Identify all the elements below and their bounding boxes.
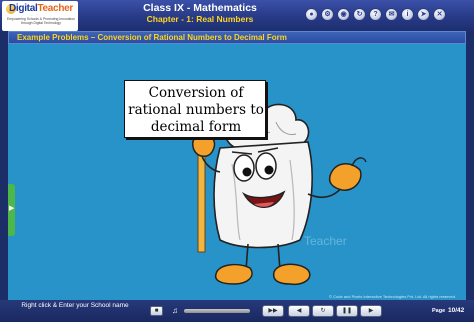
- section-title-bar: Example Problems – Conversion of Rationa…: [8, 31, 466, 44]
- page-title: Class IX - Mathematics: [143, 2, 257, 14]
- replay-button[interactable]: ↻: [312, 305, 334, 317]
- copyright-notice: © Code and Pixels Interactive Technologi…: [329, 294, 456, 299]
- page-label: Page: [432, 308, 446, 314]
- gear-icon[interactable]: ⚙: [321, 8, 334, 21]
- pause-button[interactable]: ❚❚: [336, 305, 358, 317]
- toolbar: ● ⚙ ◉ ↻ ? ✉ i ➤ ✕: [305, 8, 446, 22]
- school-name-field[interactable]: Right click & Enter your School name: [12, 302, 138, 310]
- refresh-icon[interactable]: ↻: [353, 8, 366, 21]
- lock-icon[interactable]: ●: [305, 8, 318, 21]
- footer-bar: Right click & Enter your School name ■ ♫…: [0, 300, 474, 322]
- sign-line-1: Conversion of: [148, 85, 244, 101]
- mail-icon[interactable]: ✉: [385, 8, 398, 21]
- next-button[interactable]: ▶: [360, 305, 382, 317]
- share-icon[interactable]: ➤: [417, 8, 430, 21]
- previous-button[interactable]: ◀: [288, 305, 310, 317]
- stop-button[interactable]: ■: [150, 306, 163, 316]
- app-window: DigitalTeacher Empowering Schools & Prom…: [0, 0, 474, 322]
- info-icon[interactable]: i: [401, 8, 414, 21]
- volume-slider[interactable]: [184, 309, 250, 313]
- help-icon[interactable]: ?: [369, 8, 382, 21]
- chapter-subtitle: Chapter - 1: Real Numbers: [146, 14, 254, 24]
- sign-text: Conversion of rational numbers to decima…: [125, 85, 267, 136]
- watermark: Teacher: [304, 234, 347, 248]
- logo-text: DigitalTeacher: [9, 3, 73, 14]
- section-title: Example Problems – Conversion of Rationa…: [17, 33, 287, 42]
- sign-line-3: decimal form: [150, 119, 242, 135]
- content-area: ▶ Conversion of rational numbers to deci…: [8, 44, 466, 300]
- close-icon[interactable]: ✕: [433, 8, 446, 21]
- play-button[interactable]: ▶▶: [262, 305, 284, 317]
- eye-icon[interactable]: ◉: [337, 8, 350, 21]
- sign-board: Conversion of rational numbers to decima…: [124, 80, 266, 138]
- header-bar: DigitalTeacher Empowering Schools & Prom…: [0, 0, 474, 32]
- digital-teacher-logo: DigitalTeacher Empowering Schools & Prom…: [2, 1, 78, 31]
- speaker-icon[interactable]: ♫: [172, 306, 182, 316]
- logo-tagline: Empowering Schools & Promoting Innovatio…: [6, 17, 76, 25]
- sign-line-2: rational numbers to: [128, 102, 264, 118]
- page-number: 10/42: [448, 307, 465, 314]
